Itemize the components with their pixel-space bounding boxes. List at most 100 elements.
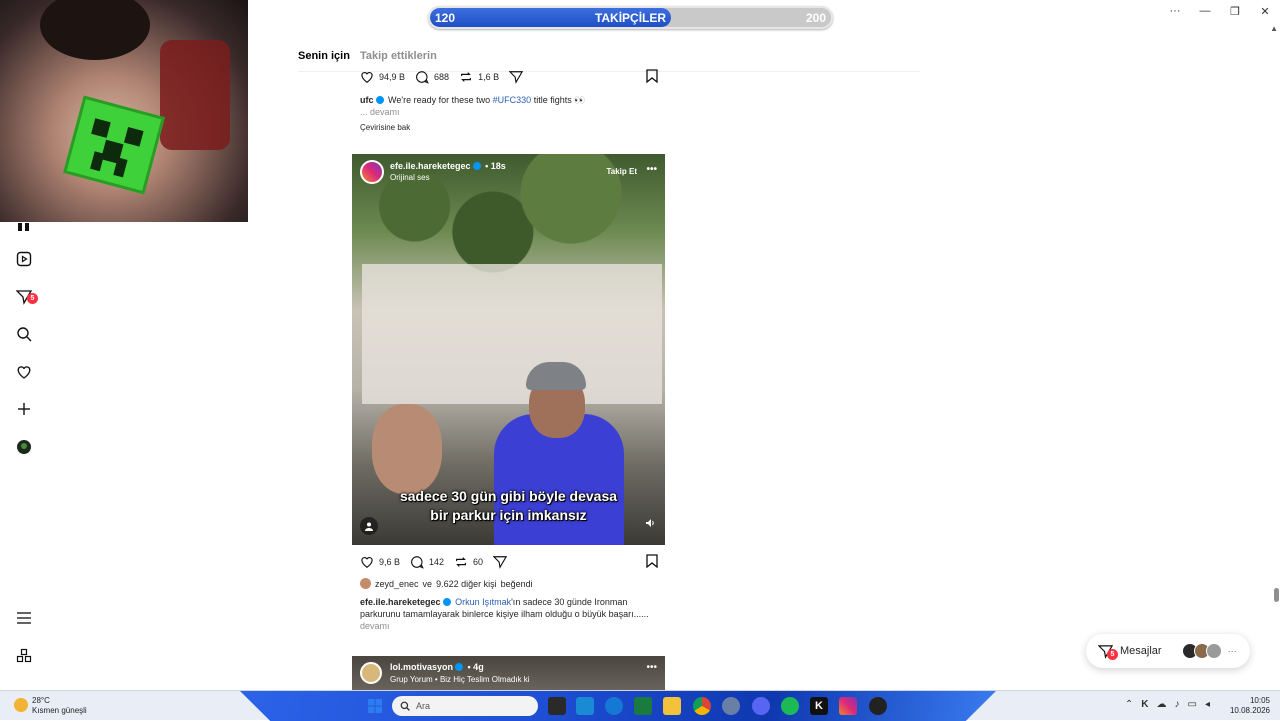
post2-follow-button[interactable]: Takip Et: [606, 167, 637, 176]
settings-gear-icon[interactable]: [722, 697, 740, 715]
comment-icon: [416, 71, 429, 84]
create-plus-icon[interactable]: [14, 399, 34, 419]
post1-translate[interactable]: Çevirisine bak: [360, 122, 660, 134]
kick-icon[interactable]: K: [810, 697, 828, 715]
verified-icon: [472, 162, 481, 170]
heart-icon: [361, 71, 373, 83]
post2-username[interactable]: efe.ile.hareketegec: [390, 161, 471, 171]
post1-more[interactable]: ... devamı: [360, 106, 660, 118]
tray-monitor-icon[interactable]: ▭: [1188, 699, 1197, 710]
post2-avatar[interactable]: [360, 160, 384, 184]
window-controls: ··· — ❐ ✕: [1160, 0, 1280, 22]
post2-save-button[interactable]: [646, 554, 658, 570]
post2-liked-by: zeyd_enec ve 9.622 diğer kişi beğendi: [360, 578, 533, 589]
post3-time: • 4g: [467, 662, 484, 672]
post1-caption-text: We're ready for these two: [388, 95, 491, 105]
spotify-icon[interactable]: [781, 697, 799, 715]
start-windows-icon[interactable]: [366, 697, 384, 715]
post1-like-count: 94,9 B: [379, 72, 406, 82]
post1-like-button[interactable]: 94,9 B: [360, 70, 405, 84]
post1-comment-count: 688: [434, 72, 450, 82]
file-explorer-icon[interactable]: [663, 697, 681, 715]
post1-hashtag[interactable]: #UFC330: [493, 95, 532, 105]
share-icon: [493, 556, 508, 569]
weather-widget[interactable]: 28°C Kısmen güneşli: [14, 696, 87, 716]
taskbar-clock[interactable]: 10:05 10.08.2026: [1230, 696, 1270, 716]
heart-icon: [361, 556, 373, 568]
search-icon[interactable]: [14, 324, 34, 344]
task-view-icon[interactable]: [548, 697, 566, 715]
liked-others[interactable]: 9.622 diğer kişi: [436, 579, 497, 589]
video-subtitle-line1: sadece 30 gün gibi böyle devasa: [399, 488, 618, 504]
messages-button[interactable]: 5 Mesajlar ···: [1086, 634, 1250, 668]
widgets-icon[interactable]: [576, 697, 594, 715]
post2-repost-button[interactable]: 60: [454, 555, 483, 569]
post2-repost-count: 60: [473, 557, 484, 567]
instagram-icon[interactable]: [839, 697, 857, 715]
nav-home-icon[interactable]: [14, 218, 34, 238]
restore-button[interactable]: ❐: [1220, 0, 1250, 22]
close-button[interactable]: ✕: [1250, 0, 1280, 22]
tray-cloud-icon[interactable]: ☁: [1157, 699, 1167, 710]
post1-save-button[interactable]: [646, 69, 658, 85]
discord-icon[interactable]: [752, 697, 770, 715]
post2-video[interactable]: efe.ile.hareketegec • 18s Orijinal ses T…: [352, 154, 665, 545]
post2-time: • 18s: [485, 161, 506, 171]
tray-volume-icon[interactable]: ◂: [1205, 699, 1210, 710]
post1-repost-count: 1,6 B: [478, 72, 500, 82]
post1-username[interactable]: ufc: [360, 95, 374, 105]
messages-more[interactable]: ···: [1228, 646, 1237, 656]
post2-caption: efe.ile.hareketegec Orkun Işıtmak'ın sad…: [360, 596, 650, 632]
apps-grid-icon[interactable]: [14, 646, 34, 666]
post3-more-button[interactable]: •••: [646, 662, 657, 673]
post1-comment-button[interactable]: 688: [415, 70, 449, 84]
post3-avatar[interactable]: [360, 662, 382, 684]
post2-caption-more[interactable]: devamı: [360, 621, 390, 631]
sound-icon[interactable]: [645, 515, 655, 533]
profile-avatar-icon[interactable]: [14, 437, 34, 457]
tagged-user-icon[interactable]: [360, 517, 378, 535]
video-tents: [362, 264, 662, 404]
heart-icon[interactable]: [14, 362, 34, 382]
repost-icon: [461, 72, 472, 82]
bookmark-icon: [646, 69, 658, 84]
tab-for-you[interactable]: Senin için: [298, 50, 350, 71]
more-options-button[interactable]: ···: [1160, 0, 1190, 22]
share-icon: [509, 71, 524, 84]
post2-comment-count: 142: [429, 557, 445, 567]
liked-user[interactable]: zeyd_enec: [375, 579, 419, 589]
menu-hamburger-icon[interactable]: [14, 608, 34, 628]
scrollbar-thumb[interactable]: [1274, 588, 1279, 602]
edge-icon[interactable]: [605, 697, 623, 715]
minimize-button[interactable]: —: [1190, 0, 1220, 22]
post2-like-button[interactable]: 9,6 B: [360, 555, 400, 569]
post2-audio[interactable]: Orijinal ses: [390, 173, 430, 182]
store-icon[interactable]: [634, 697, 652, 715]
post2-caption-mention[interactable]: Orkun Işıtmak: [455, 597, 511, 607]
post2-comment-button[interactable]: 142: [410, 555, 444, 569]
obs-icon[interactable]: [869, 697, 887, 715]
reels-icon[interactable]: [14, 249, 34, 269]
post2-more-button[interactable]: •••: [646, 164, 657, 175]
post2-username-row: efe.ile.hareketegec • 18s: [390, 161, 506, 171]
post1-share-button[interactable]: [509, 70, 524, 84]
post2-share-button[interactable]: [493, 555, 508, 569]
chrome-icon[interactable]: [693, 697, 711, 715]
taskbar-search-placeholder: Ara: [416, 701, 431, 711]
post3-audio[interactable]: Grup Yorum • Biz Hiç Teslim Olmadık ki: [390, 675, 530, 684]
tray-chevron-icon[interactable]: ⌃: [1125, 699, 1133, 710]
scroll-up-arrow[interactable]: ▲: [1270, 24, 1278, 33]
liked-user-avatar: [360, 578, 371, 589]
post2-like-count: 9,6 B: [379, 557, 401, 567]
post1-repost-button[interactable]: 1,6 B: [459, 70, 499, 84]
webcam-person: [40, 0, 150, 60]
messages-icon[interactable]: 5: [14, 287, 38, 307]
tab-following[interactable]: Takip ettiklerin: [360, 50, 437, 71]
tray-mic-icon[interactable]: ♪: [1175, 699, 1180, 710]
tray-kick-icon[interactable]: K: [1141, 699, 1148, 710]
post3-username[interactable]: lol.motivasyon: [390, 662, 453, 672]
post3-header: lol.motivasyon • 4g Grup Yorum • Biz Hiç…: [352, 656, 665, 692]
taskbar-search[interactable]: Ara: [392, 696, 538, 716]
post2-caption-user[interactable]: efe.ile.hareketegec: [360, 597, 441, 607]
post1-caption-end: title fights 👀: [533, 95, 586, 105]
